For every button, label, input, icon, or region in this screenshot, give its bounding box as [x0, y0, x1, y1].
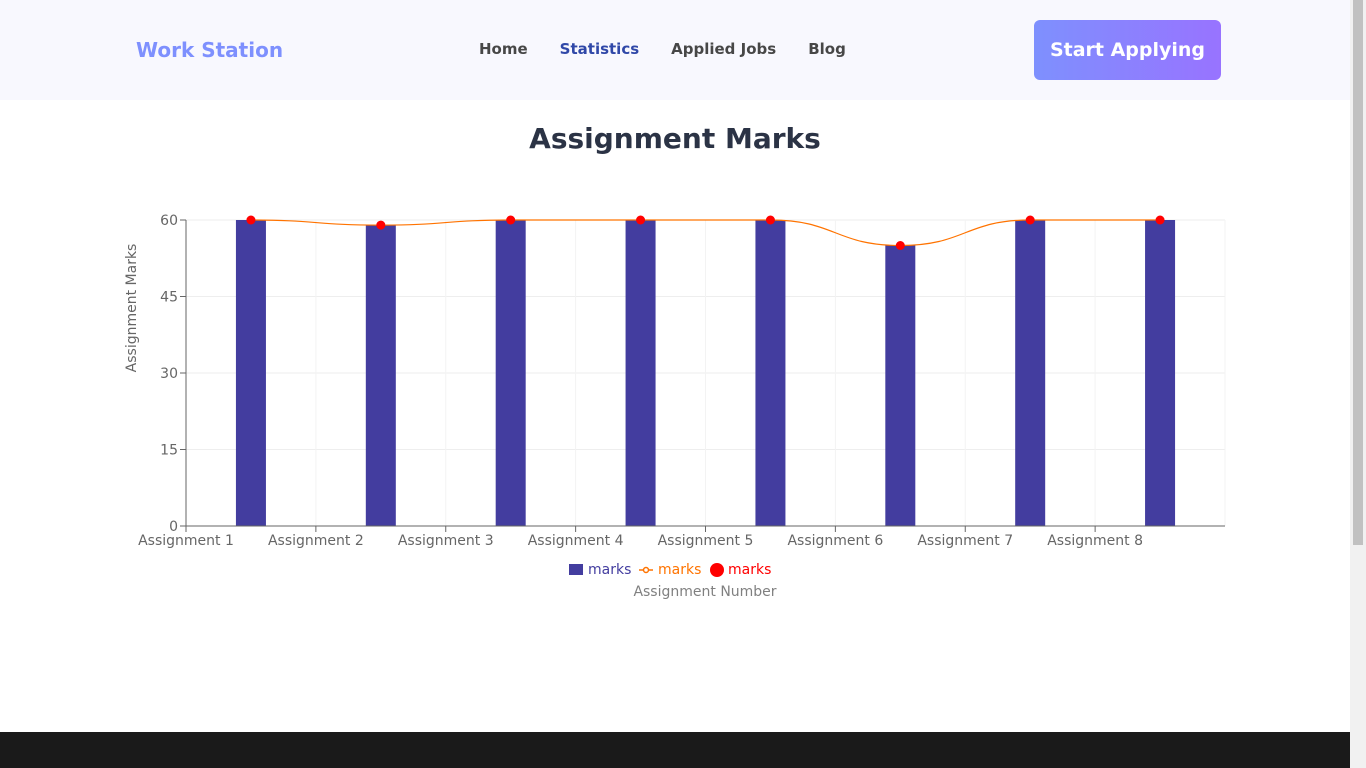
chart-bar: [1145, 220, 1176, 526]
chart-point: [506, 215, 516, 225]
y-tick-label: 30: [160, 366, 178, 382]
legend-swatch-dot: [710, 563, 724, 577]
assignment-marks-chart: 015304560Assignment 1 Assignment 2 Assignm…: [124, 213, 1226, 600]
x-tick-label: Assignment 4: [528, 533, 624, 549]
x-tick-label: Assignment 3: [398, 533, 494, 549]
legend-swatch-bar: [569, 564, 583, 575]
y-tick-label: 60: [160, 213, 178, 229]
legend-label-line: marks: [658, 562, 701, 578]
chart-point: [246, 215, 256, 225]
x-tick-label: Assignment 5: [658, 533, 754, 549]
x-tick-label: Assignment 8: [1047, 533, 1143, 549]
chart-point: [1025, 215, 1035, 225]
x-tick-label: Assignment 6: [787, 533, 883, 549]
chart-point: [765, 215, 775, 225]
chart-bar: [885, 245, 916, 526]
y-axis-label: Assignment Marks: [124, 244, 140, 373]
y-tick-label: 45: [160, 290, 178, 306]
chart-bar: [365, 225, 396, 526]
chart-bar: [625, 220, 656, 526]
chart-point: [376, 220, 386, 230]
legend-label-dot: marks: [728, 562, 771, 578]
x-tick-label: Assignment 7: [917, 533, 1013, 549]
chart-bar: [495, 220, 526, 526]
chart-point: [895, 241, 905, 250]
x-tick-label: Assignment 2: [268, 533, 364, 549]
chart-bar: [1015, 220, 1046, 526]
chart-point: [1155, 215, 1165, 225]
scrollbar-thumb[interactable]: [1353, 0, 1363, 545]
x-tick-label: Assignment 1: [138, 533, 234, 549]
y-tick-label: 15: [160, 443, 178, 459]
chart-point: [636, 215, 646, 225]
legend-label-bar: marks: [588, 562, 631, 578]
x-axis-label: Assignment Number: [633, 584, 776, 600]
chart-bar: [235, 220, 266, 526]
site-footer: [0, 732, 1350, 768]
chart-bar: [755, 220, 786, 526]
page-scrollbar[interactable]: [1350, 0, 1366, 768]
legend-swatch-line-dot: [642, 566, 650, 574]
